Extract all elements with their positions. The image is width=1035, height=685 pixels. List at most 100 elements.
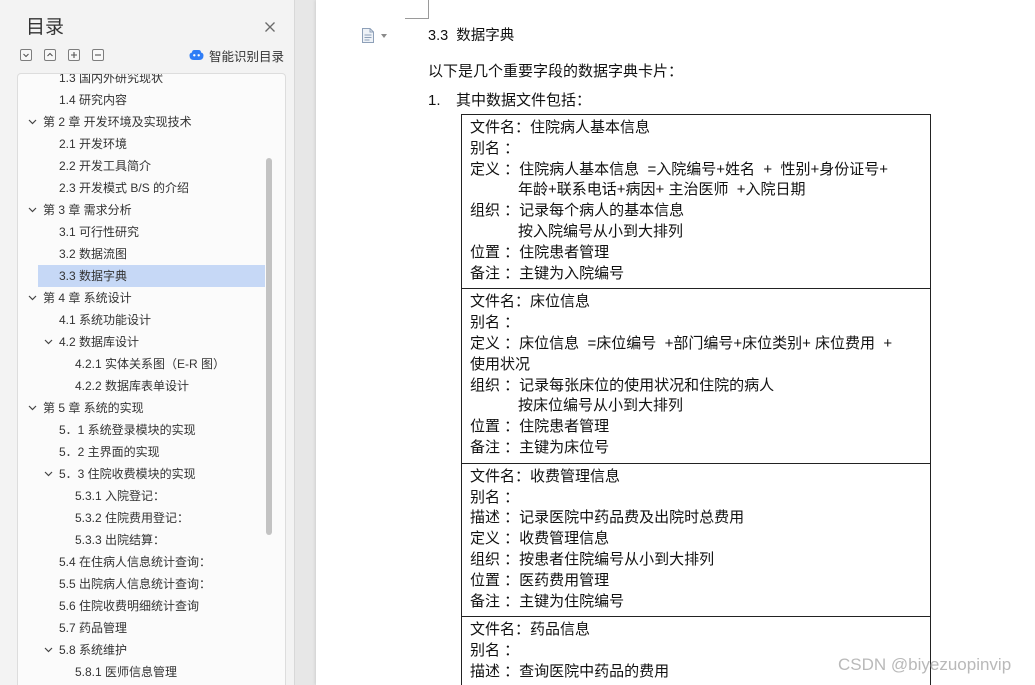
toc-item-label: 5.8.1 医师信息管理 [75, 665, 178, 679]
toc-item[interactable]: 5.4 在住病人信息统计查询： [38, 551, 265, 573]
toc-item[interactable]: 1.4 研究内容 [38, 89, 265, 111]
chevron-down-square-icon[interactable] [20, 49, 32, 61]
smart-detect-label: 智能识别目录 [209, 49, 285, 64]
dictionary-card: 文件名：床位信息 别名 ： 定义 ：床位信息 =床位编号 +部门编号+床位类别+… [462, 289, 930, 464]
plus-square-icon[interactable] [68, 49, 80, 61]
toc-item[interactable]: 2.3 开发模式 B/S 的介绍 [38, 177, 265, 199]
toc-item-label: 1.4 研究内容 [59, 93, 128, 107]
intro-paragraph: 以下是几个重要字段的数据字典卡片： [428, 63, 684, 80]
card-line: 组织 ：记录每张床位的使用状况和住院的病人 [470, 376, 775, 394]
toc-item-label: 4.2 数据库设计 [59, 335, 140, 349]
card-line: 组织 ：记录每个病人的基本信息 [470, 202, 685, 220]
toc-item[interactable]: 2.2 开发工具简介 [38, 155, 265, 177]
toc-item-label: 5.3.2 住院费用登记： [75, 511, 190, 525]
data-dictionary-table: 文件名：住院病人基本信息 别名 ： 定义 ：住院病人基本信息 =入院编号+姓名 … [461, 114, 931, 685]
section-heading: 3.3 数据字典 [428, 28, 515, 44]
card-line: 文件名：药品信息 [470, 621, 591, 639]
card-line: 位置 ：住院患者管理 [470, 418, 610, 436]
card-line: 定义 ：床位信息 =床位编号 +部门编号+床位类别+ 床位费用 + [470, 334, 893, 352]
toc-item[interactable]: 5.3.1 入院登记： [38, 485, 265, 507]
toc-item[interactable]: 5.6 住院收费明细统计查询 [38, 595, 265, 617]
card-line: 别名 ： [470, 139, 520, 157]
toc-item[interactable]: 5．1 系统登录模块的实现 [38, 419, 265, 441]
toc-item-label: 2.2 开发工具简介 [59, 159, 152, 173]
toc-item-label: 2.3 开发模式 B/S 的介绍 [59, 181, 190, 195]
toc-item[interactable]: 5.8 系统维护 [38, 639, 265, 661]
toc-item-label: 5．3 住院收费模块的实现 [59, 467, 196, 481]
card-line: 描述 ：记录医院中药品费及出院时总费用 [470, 509, 745, 527]
toc-item[interactable]: 5.8.1 医师信息管理 [38, 661, 265, 683]
toc-item[interactable]: 4.2.2 数据库表单设计 [38, 375, 265, 397]
toc-item-label: 5.3.3 出院结算： [75, 533, 166, 547]
toc-item[interactable]: 5．2 主界面的实现 [38, 441, 265, 463]
card-line: 备注 ：主键为入院编号 [470, 264, 625, 282]
list-number: 1. [428, 92, 441, 109]
toc-item[interactable]: 第 4 章 系统设计 [28, 287, 265, 309]
toc-item-label: 2.1 开发环境 [59, 137, 128, 151]
card-line: 别名 ： [470, 314, 520, 332]
chevron-down-icon[interactable] [28, 207, 37, 213]
toc-item[interactable]: 5.5 出院病人信息统计查询： [38, 573, 265, 595]
toc-item[interactable]: 5.3.3 出院结算： [38, 529, 265, 551]
toc-sidebar: 目录 智能识别目录 1.3 国内外研究现状 1.4 研究内容 第 2 章 开发环… [0, 0, 295, 685]
dictionary-card: 文件名：住院病人基本信息 别名 ： 定义 ：住院病人基本信息 =入院编号+姓名 … [462, 115, 930, 290]
chevron-down-icon[interactable] [44, 647, 53, 653]
toc-item-label: 4.2.2 数据库表单设计 [75, 379, 190, 393]
toc-item[interactable]: 第 2 章 开发环境及实现技术 [28, 111, 265, 133]
toc-item-label: 4.2.1 实体关系图（E-R 图） [75, 357, 226, 371]
toc-item-label: 第 2 章 开发环境及实现技术 [43, 115, 192, 129]
card-line: 备注 ：主键为住院编号 [470, 592, 625, 610]
card-line: 位置 ：住院患者管理 [470, 243, 610, 261]
toc-item-label: 第 5 章 系统的实现 [43, 401, 144, 415]
smart-detect-toc-button[interactable]: 智能识别目录 [189, 46, 284, 64]
chevron-down-icon[interactable] [44, 471, 53, 477]
toc-item[interactable]: 1.3 国内外研究现状 [38, 74, 265, 89]
close-icon[interactable] [264, 21, 276, 33]
card-line: 文件名：住院病人基本信息 [470, 119, 651, 136]
toc-item[interactable]: 3.2 数据流图 [38, 243, 265, 265]
card-line: 位置 ：医药费用管理 [470, 571, 610, 589]
crop-mark [428, 0, 429, 18]
card-line: 备注 ：主键为床位号 [470, 438, 610, 456]
toc-item[interactable]: 5．3 住院收费模块的实现 [38, 463, 265, 485]
card-line: 组织 ：按患者住院编号从小到大排列 [470, 550, 715, 568]
card-line: 年龄+联系电话+病因+ 主治医师 +入院日期 [518, 181, 806, 199]
card-line: 别名 ： [470, 488, 520, 506]
toc-item[interactable]: 4.2.1 实体关系图（E-R 图） [38, 353, 265, 375]
toc-item-label: 5．2 主界面的实现 [59, 445, 160, 459]
document-icon[interactable] [362, 28, 374, 43]
dictionary-card: 文件名：收费管理信息 别名 ： 描述 ：记录医院中药品费及出院时总费用 定义 ：… [462, 464, 930, 618]
toc-item[interactable]: 第 3 章 需求分析 [28, 199, 265, 221]
toc-item[interactable]: 3.1 可行性研究 [38, 221, 265, 243]
toc-list-panel: 1.3 国内外研究现状 1.4 研究内容 第 2 章 开发环境及实现技术 2.1… [17, 73, 286, 685]
card-line: 文件名：收费管理信息 [470, 467, 621, 485]
toc-item[interactable]: 4.1 系统功能设计 [38, 309, 265, 331]
toc-item[interactable]: 5.3.2 住院费用登记： [38, 507, 265, 529]
toc-item-label: 3.1 可行性研究 [59, 225, 140, 239]
list-item-text: 其中数据文件包括： [456, 92, 592, 109]
smart-detect-icon [189, 50, 204, 60]
crop-mark [405, 18, 429, 19]
toc-item-label: 3.2 数据流图 [59, 247, 128, 261]
card-line: 按入院编号从小到大排列 [518, 222, 684, 240]
toc-item-label: 3.3 数据字典 [59, 269, 128, 283]
watermark: CSDN @biyezuopinvip [838, 655, 1012, 674]
toc-item-label: 第 3 章 需求分析 [43, 203, 132, 217]
toc-item-label: 5.5 出院病人信息统计查询： [59, 577, 212, 591]
toc-item[interactable]: 2.1 开发环境 [38, 133, 265, 155]
minus-square-icon[interactable] [92, 49, 104, 61]
toc-item[interactable]: 第 5 章 系统的实现 [28, 397, 265, 419]
chevron-down-icon[interactable] [28, 405, 37, 411]
toc-item-label: 5.6 住院收费明细统计查询 [59, 599, 200, 613]
toc-item[interactable]: 5.7 药品管理 [38, 617, 265, 639]
toc-item-label: 第 4 章 系统设计 [43, 291, 132, 305]
toc-item[interactable]: 4.2 数据库设计 [38, 331, 265, 353]
chevron-down-icon[interactable] [28, 295, 37, 301]
toc-item[interactable]: 3.3 数据字典 [38, 265, 265, 287]
chevron-down-icon[interactable] [44, 339, 53, 345]
chevron-down-icon[interactable] [28, 119, 37, 125]
chevron-up-square-icon[interactable] [44, 49, 56, 61]
toc-scrollbar-thumb[interactable] [266, 158, 272, 535]
dropdown-arrow-icon[interactable] [381, 34, 387, 38]
toc-item-label: 5.7 药品管理 [59, 621, 128, 635]
